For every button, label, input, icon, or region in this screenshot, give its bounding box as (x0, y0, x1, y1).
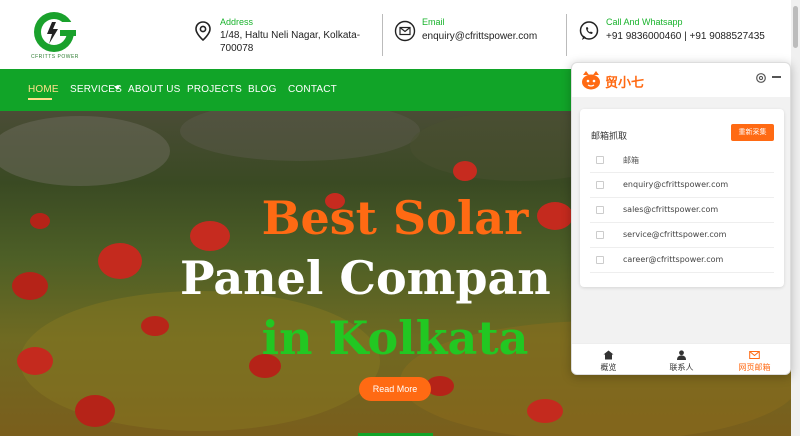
email-title: Email (422, 17, 445, 27)
column-header-email: 邮箱 (623, 156, 639, 165)
email-block: Email enquiry@cfrittspower.com (394, 14, 554, 58)
nav-projects[interactable]: PROJECTS (187, 84, 242, 95)
card-title: 邮箱抓取 (591, 132, 628, 142)
header-divider (382, 14, 383, 56)
extension-logo-icon (582, 71, 600, 90)
mail-icon (749, 351, 760, 359)
email-capture-card: 邮箱抓取 重新采集 邮箱 enquiry@cfrittspower.com sa… (580, 109, 784, 287)
email-cell: enquiry@cfrittspower.com (623, 180, 729, 189)
chevron-down-icon[interactable] (114, 86, 120, 90)
table-row[interactable]: enquiry@cfrittspower.com (590, 173, 774, 198)
tab-web-email-label: 网页邮箱 (738, 363, 771, 372)
page: CFRITTS POWER Address 1/48, Haltu Neli N… (0, 0, 800, 436)
tab-overview[interactable]: 概览 (572, 344, 645, 374)
extension-header: 贸小七 (572, 63, 790, 97)
envelope-icon (394, 20, 416, 42)
page-scrollbar[interactable] (791, 0, 800, 436)
email-link[interactable]: enquiry@cfrittspower.com (422, 30, 537, 43)
extension-panel: 贸小七 邮箱抓取 重新采集 邮箱 enquiry@cfrittspower.co… (571, 62, 791, 375)
scrollbar-thumb[interactable] (793, 6, 798, 48)
address-line-1: 1/48, Haltu Neli Nagar, Kolkata- (220, 30, 361, 41)
location-pin-icon (195, 21, 211, 42)
email-cell: sales@cfrittspower.com (623, 205, 719, 214)
nav-blog[interactable]: BLOG (248, 84, 277, 95)
whatsapp-icon (579, 21, 599, 40)
hero-title-line-2: Panel Compan (180, 251, 551, 305)
row-checkbox[interactable] (596, 256, 604, 264)
gear-icon[interactable] (755, 72, 767, 84)
row-checkbox[interactable] (596, 181, 604, 189)
extension-footer-tabs: 概览 联系人 网页邮箱 (572, 343, 790, 374)
extension-title: 贸小七 (605, 76, 645, 91)
home-icon (603, 350, 614, 360)
person-icon (677, 350, 686, 360)
nav-contact[interactable]: CONTACT (288, 84, 337, 95)
tab-overview-label: 概览 (600, 363, 617, 372)
extension-body: 邮箱抓取 重新采集 邮箱 enquiry@cfrittspower.com sa… (572, 97, 790, 343)
phone-numbers[interactable]: +91 9836000460 | +91 9088527435 (606, 30, 765, 43)
row-checkbox[interactable] (596, 206, 604, 214)
read-more-button[interactable]: Read More (359, 377, 431, 401)
address-title: Address (220, 17, 254, 27)
recollect-button[interactable]: 重新采集 (731, 124, 774, 141)
table-row[interactable]: sales@cfrittspower.com (590, 198, 774, 223)
table-row[interactable]: career@cfrittspower.com (590, 248, 774, 273)
nav-home[interactable]: HOME (28, 84, 59, 95)
tab-web-email[interactable]: 网页邮箱 (718, 344, 790, 374)
nav-active-underline (28, 98, 52, 100)
nav-about-us[interactable]: ABOUT US (128, 84, 181, 95)
tab-contacts-label: 联系人 (669, 363, 694, 372)
minimize-icon[interactable] (772, 76, 781, 78)
select-all-checkbox[interactable] (596, 156, 604, 164)
tab-contacts[interactable]: 联系人 (645, 344, 718, 374)
address-block: Address 1/48, Haltu Neli Nagar, Kolkata-… (192, 14, 362, 58)
email-cell: career@cfrittspower.com (623, 255, 724, 264)
address-line-2: 700078 (220, 43, 254, 54)
table-row[interactable]: service@cfrittspower.com (590, 223, 774, 248)
phone-title: Call And Whatsapp (606, 17, 683, 27)
header-divider (566, 14, 567, 56)
logo-text: CFRITTS POWER (31, 54, 79, 60)
row-checkbox[interactable] (596, 231, 604, 239)
email-cell: service@cfrittspower.com (623, 230, 727, 239)
address-text: 1/48, Haltu Neli Nagar, Kolkata- 700078 (220, 29, 360, 55)
phone-block: Call And Whatsapp +91 9836000460 | +91 9… (578, 14, 788, 58)
site-header: CFRITTS POWER Address 1/48, Haltu Neli N… (0, 0, 800, 69)
table-header-row: 邮箱 (590, 148, 774, 173)
